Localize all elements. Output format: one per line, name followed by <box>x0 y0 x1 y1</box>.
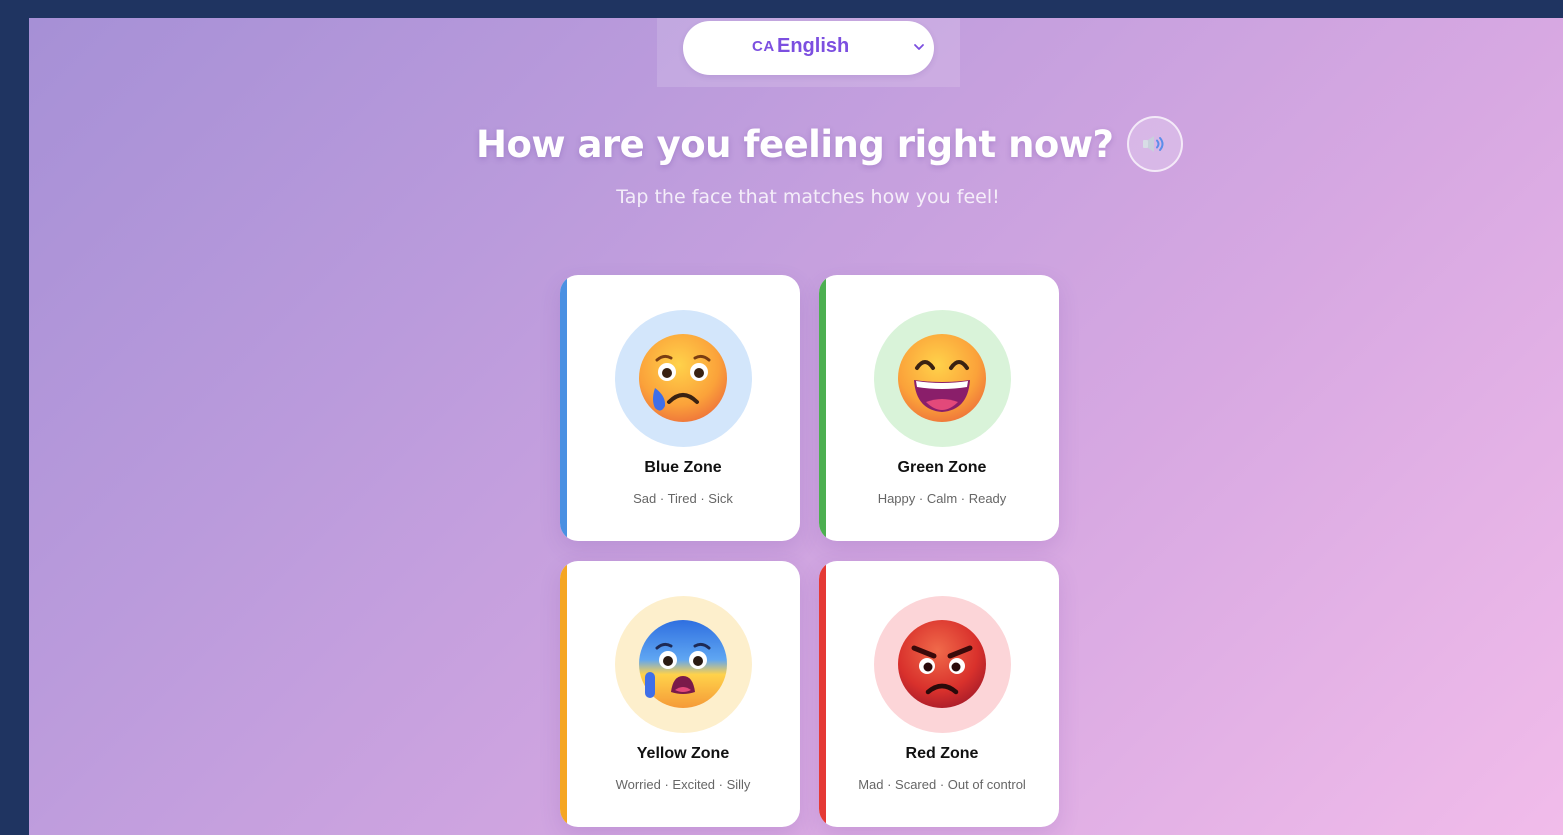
flag-icon: CA <box>752 38 775 55</box>
language-select[interactable]: CA English <box>683 21 934 75</box>
page-title: How are you feeling right now? <box>476 122 1114 166</box>
app-background: CA English How are you feeling right now… <box>29 18 1563 835</box>
sad-tear-face-icon <box>639 334 727 422</box>
face-circle <box>615 596 752 733</box>
chevron-down-icon <box>914 44 924 50</box>
language-selected-label: English <box>777 35 850 57</box>
zone-card-red[interactable]: Red Zone Mad · Scared · Out of control <box>819 561 1059 827</box>
page-subtitle: Tap the face that matches how you feel! <box>616 186 1000 208</box>
zone-title: Red Zone <box>905 745 979 762</box>
zone-card-blue[interactable]: Blue Zone Sad · Tired · Sick <box>560 275 800 541</box>
face-circle <box>615 310 752 447</box>
speaker-icon <box>1142 136 1163 152</box>
anxious-sweat-face-icon <box>639 620 727 708</box>
face-circle <box>874 596 1011 733</box>
angry-face-icon <box>898 620 986 708</box>
zone-feelings: Mad · Scared · Out of control <box>858 777 1026 792</box>
language-bar: CA English <box>657 18 960 87</box>
face-circle <box>874 310 1011 447</box>
zone-title: Blue Zone <box>644 459 722 476</box>
zone-feelings: Happy · Calm · Ready <box>877 491 1007 506</box>
zone-title: Yellow Zone <box>636 745 730 762</box>
grinning-face-icon <box>898 334 986 422</box>
zone-card-green[interactable]: Green Zone Happy · Calm · Ready <box>819 275 1059 541</box>
title-row: How are you feeling right now? <box>476 113 1183 175</box>
zone-feelings: Worried · Excited · Silly <box>615 777 751 792</box>
read-aloud-button[interactable] <box>1126 116 1183 172</box>
zone-title: Green Zone <box>897 459 987 476</box>
zone-card-yellow[interactable]: Yellow Zone Worried · Excited · Silly <box>560 561 800 827</box>
zone-feelings: Sad · Tired · Sick <box>633 491 733 506</box>
